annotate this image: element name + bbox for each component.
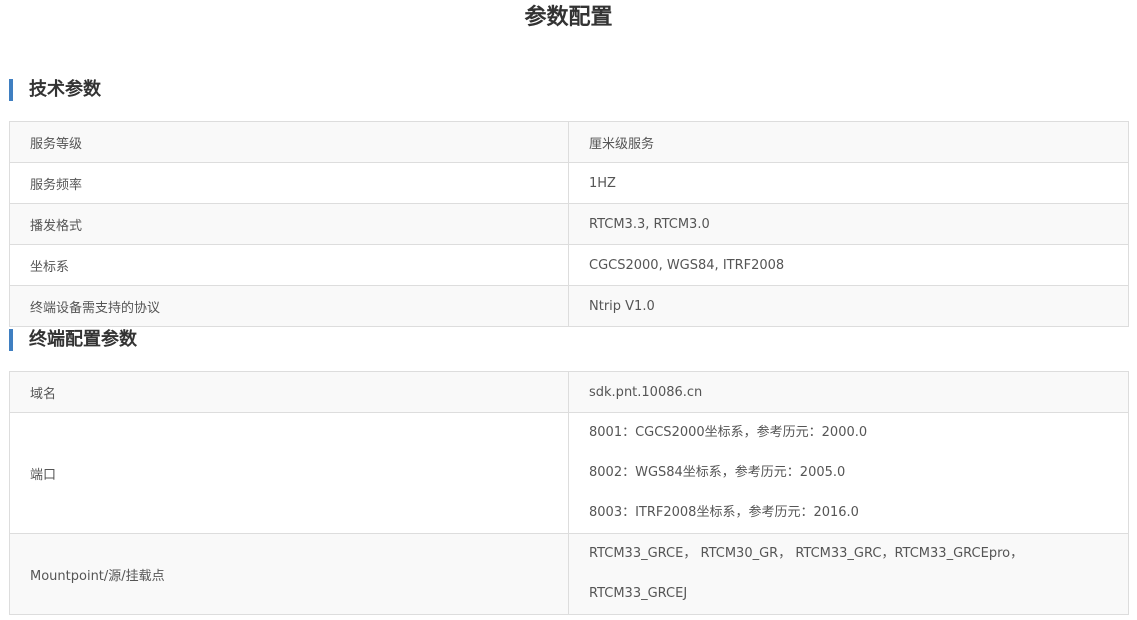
page-title: 参数配置: [524, 5, 613, 30]
terminal-params-table: 域名 sdk.pnt.10086.cn 端口 8001：CGCS2000坐标系，…: [9, 371, 1129, 615]
section-heading-terminal-params: 终端配置参数: [9, 329, 137, 351]
param-key: 坐标系: [9, 244, 569, 286]
section-heading-tech-params: 技术参数: [9, 79, 101, 101]
mountpoint-value: RTCM33_GRCE， RTCM30_GR， RTCM33_GRC，RTCM3…: [568, 533, 1129, 615]
port-line: 8002：WGS84坐标系，参考历元：2005.0: [589, 465, 846, 480]
param-value: Ntrip V1.0: [568, 285, 1129, 327]
domain-value: sdk.pnt.10086.cn: [568, 371, 1129, 413]
param-key: 终端设备需支持的协议: [9, 285, 569, 327]
param-key: 端口: [9, 412, 569, 534]
table-row: 域名 sdk.pnt.10086.cn: [9, 371, 1129, 413]
port-line: 8003：ITRF2008坐标系，参考历元：2016.0: [589, 505, 859, 520]
port-value: 8001：CGCS2000坐标系，参考历元：2000.0 8002：WGS84坐…: [568, 412, 1129, 534]
param-value: 1HZ: [568, 162, 1129, 204]
table-row: 服务频率 1HZ: [9, 162, 1129, 204]
port-line: 8001：CGCS2000坐标系，参考历元：2000.0: [589, 425, 868, 440]
table-row: 坐标系 CGCS2000, WGS84, ITRF2008: [9, 244, 1129, 286]
param-key: 播发格式: [9, 203, 569, 245]
table-row: 播发格式 RTCM3.3, RTCM3.0: [9, 203, 1129, 245]
param-value: RTCM3.3, RTCM3.0: [568, 203, 1129, 245]
table-row: 端口 8001：CGCS2000坐标系，参考历元：2000.0 8002：WGS…: [9, 412, 1129, 534]
param-key: Mountpoint/源/挂载点: [9, 533, 569, 615]
table-row: Mountpoint/源/挂载点 RTCM33_GRCE， RTCM30_GR，…: [9, 533, 1129, 615]
param-key: 域名: [9, 371, 569, 413]
mountpoint-line: RTCM33_GRCE， RTCM30_GR， RTCM33_GRC，RTCM3…: [589, 546, 1024, 561]
param-value: 厘米级服务: [568, 121, 1129, 163]
tech-params-table: 服务等级 厘米级服务 服务频率 1HZ 播发格式 RTCM3.3, RTCM3.…: [9, 121, 1129, 327]
param-key: 服务等级: [9, 121, 569, 163]
table-row: 服务等级 厘米级服务: [9, 121, 1129, 163]
mountpoint-line: RTCM33_GRCEJ: [589, 586, 688, 601]
table-row: 终端设备需支持的协议 Ntrip V1.0: [9, 285, 1129, 327]
param-value: CGCS2000, WGS84, ITRF2008: [568, 244, 1129, 286]
param-key: 服务频率: [9, 162, 569, 204]
